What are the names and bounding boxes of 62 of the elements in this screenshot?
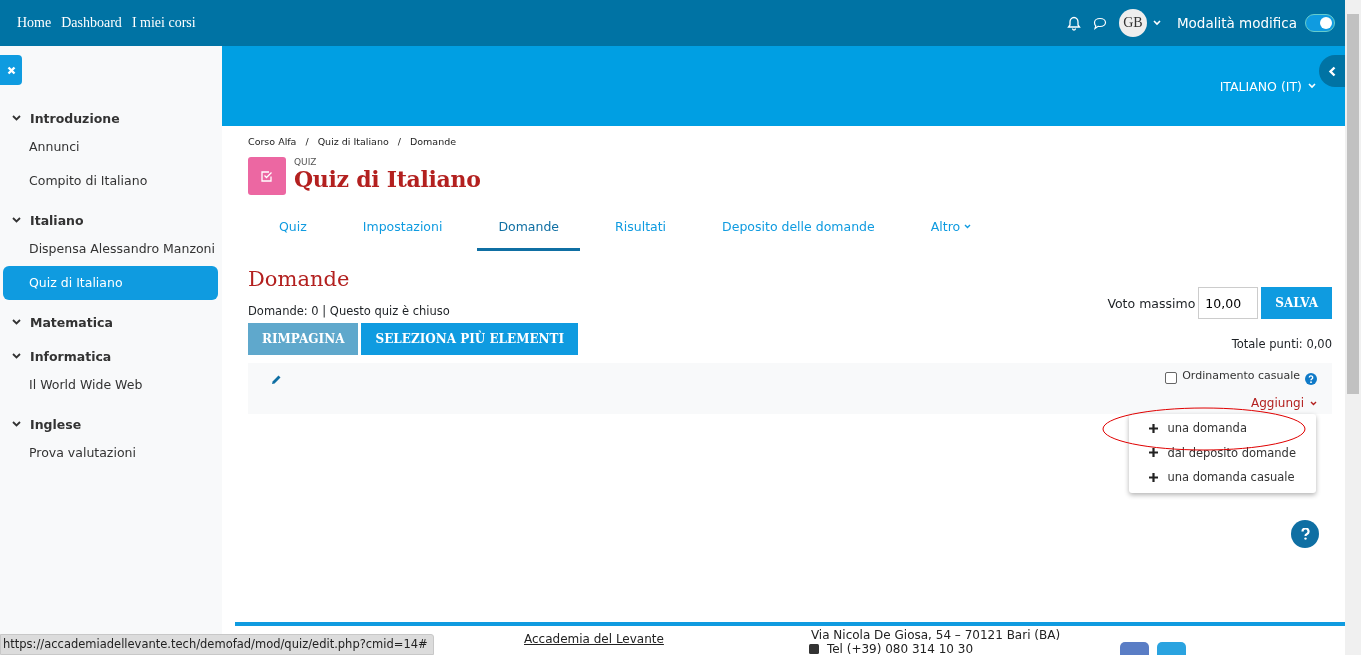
quiz-summary: Domande: 0 | Questo quiz è chiuso: [248, 304, 450, 318]
activity-type-label: QUIZ: [294, 157, 318, 167]
max-grade-label: Voto massimo: [1107, 295, 1196, 311]
shuffle-checkbox[interactable]: [1165, 372, 1178, 384]
pencil-icon[interactable]: [270, 374, 282, 386]
footer-address: Via Nicola De Giosa, 54 – 70121 Bari (BA): [810, 628, 1061, 642]
help-button[interactable]: [1291, 520, 1319, 548]
scrollbar-thumb[interactable]: [1347, 14, 1359, 394]
breadcrumb-link[interactable]: Corso Alfa: [248, 136, 297, 147]
section-title[interactable]: Inglese: [30, 416, 82, 432]
nav-link[interactable]: Dashboard: [61, 15, 122, 31]
section-title[interactable]: Introduzione: [30, 110, 120, 126]
page-heading: Domande: [248, 267, 351, 291]
user-avatar[interactable]: GB: [1118, 9, 1147, 37]
nav-link[interactable]: Home: [17, 15, 52, 31]
caret-icon[interactable]: [1152, 20, 1161, 26]
plus-icon: [1149, 423, 1159, 433]
section-title[interactable]: Informatica: [30, 348, 112, 364]
menu-item[interactable]: dal deposito domande: [1129, 440, 1316, 465]
max-grade-field[interactable]: 10,00: [1198, 287, 1259, 319]
add-menu[interactable]: Aggiungi: [1251, 396, 1317, 410]
close-drawer-button[interactable]: [0, 55, 22, 85]
breadcrumb-link[interactable]: Quiz di Italiano: [317, 136, 389, 147]
section-title[interactable]: Italiano: [30, 212, 84, 228]
chevron-icon[interactable]: [12, 319, 21, 325]
status-url: https://accademiadellevante.tech/demofad/mod/quiz/edit.php?cmid=14#: [0, 634, 434, 655]
menu-item[interactable]: una domanda casuale: [1129, 465, 1316, 490]
total-points: Totale punti: 0,00: [1231, 337, 1332, 351]
course-item[interactable]: Prova valutazioni: [3, 436, 218, 470]
question-mark-icon: [1300, 528, 1310, 540]
quiz-icon: [248, 157, 286, 195]
chevron-left-icon: [1328, 65, 1336, 77]
course-item[interactable]: Dispensa Alessandro Manzoni: [3, 232, 218, 266]
nav-link[interactable]: I miei corsi: [131, 15, 196, 31]
caret-icon[interactable]: [1308, 83, 1316, 89]
footer-link[interactable]: Accademia del Levante: [524, 632, 664, 655]
help-icon[interactable]: [1305, 373, 1317, 385]
breadcrumb-link[interactable]: Domande: [409, 136, 457, 147]
chevron-icon[interactable]: [12, 353, 21, 359]
bell-icon[interactable]: [1066, 15, 1081, 31]
edit-mode-label: Modalità modifica: [1176, 15, 1297, 31]
activity-title: Quiz di Italiano: [294, 166, 481, 192]
chevron-icon[interactable]: [12, 217, 21, 223]
menu-item[interactable]: una domanda: [1129, 416, 1316, 441]
caret-icon: [1310, 400, 1317, 406]
shuffle-label: Ordinamento casuale: [1182, 369, 1300, 382]
chevron-icon[interactable]: [12, 115, 21, 121]
plus-icon: [1149, 448, 1159, 458]
plus-icon: [1149, 472, 1159, 482]
course-item[interactable]: Annunci: [3, 130, 218, 164]
close-icon: [6, 65, 16, 75]
course-item[interactable]: Il World Wide Web: [3, 368, 218, 402]
chat-bubble-icon[interactable]: [1092, 16, 1107, 30]
section-title[interactable]: Matematica: [30, 314, 113, 330]
caret-icon: [964, 224, 972, 229]
nav-tab[interactable]: Domande: [477, 208, 581, 251]
edit-mode-toggle[interactable]: [1305, 14, 1335, 32]
course-item[interactable]: Compito di Italiano: [3, 164, 218, 198]
breadcrumb-separator: /: [397, 136, 401, 147]
breadcrumb-separator: /: [305, 136, 309, 147]
chevron-icon[interactable]: [12, 421, 21, 427]
footer-phone: Tel (+39) 080 314 10 30: [826, 642, 974, 655]
